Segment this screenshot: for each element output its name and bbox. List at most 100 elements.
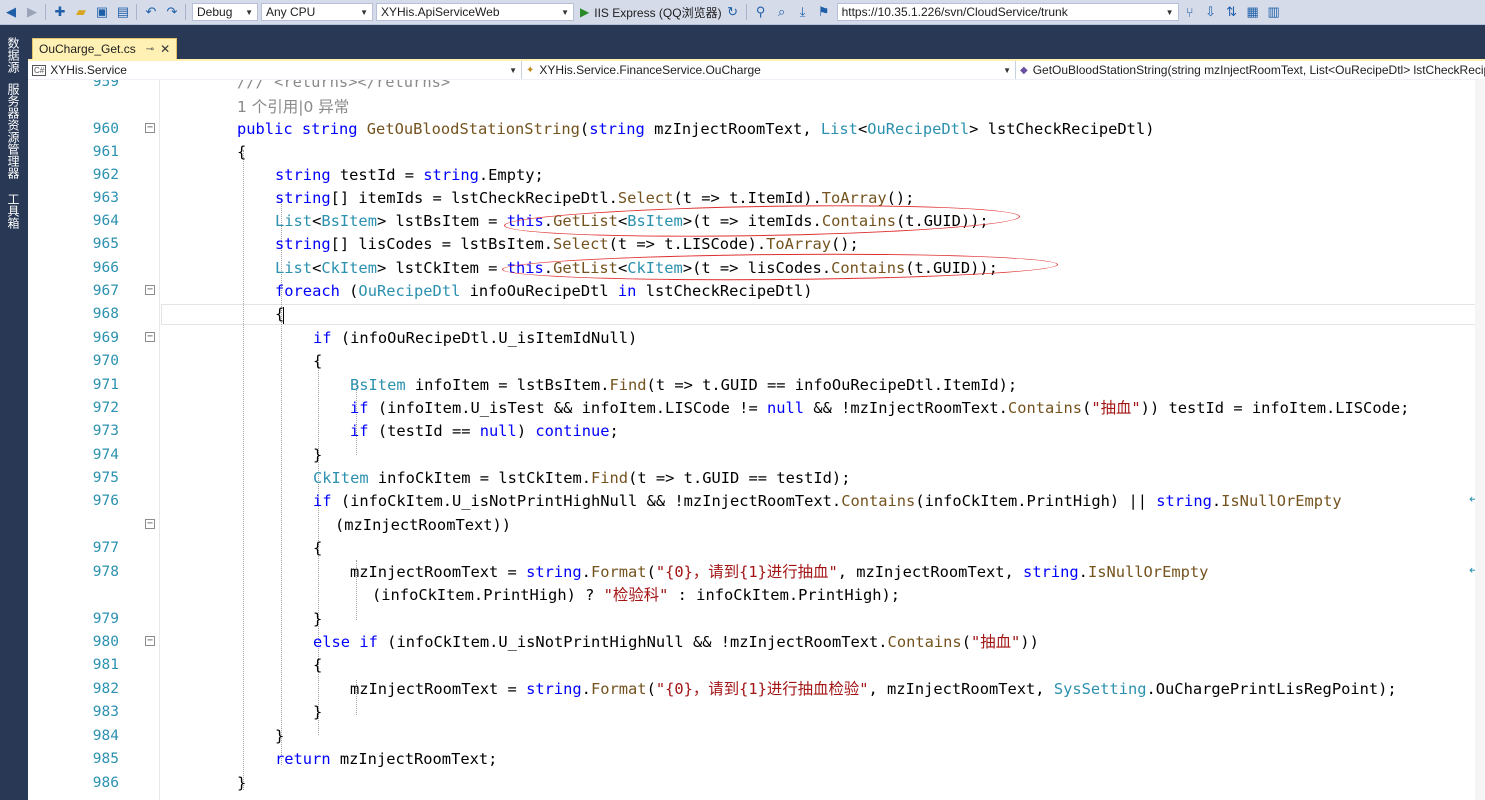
tab-toolbox[interactable]: 工具箱 [5,193,22,229]
navigation-bar: C# XYHis.Service ▼ ✦ XYHis.Service.FinanceS… [28,61,1485,81]
back-icon[interactable]: ◀ [1,2,21,22]
pin-icon[interactable]: ⊸ [146,44,154,55]
save-all-icon[interactable]: ▤ [113,2,133,22]
code-text: { [313,539,323,557]
code-line: 983 } [28,701,1485,724]
codelens-text[interactable]: 1 个引用|0 异常 [237,96,349,119]
code-line-wrapped: (infoCkItem.PrintHigh) ? "检验科" : infoCkI… [28,584,1485,607]
code-line: 977 { [28,537,1485,560]
commit-icon[interactable]: ⇩ [1201,2,1221,22]
code-text: if (testId == null) continue; [350,422,619,440]
type-value: XYHis.Service.FinanceService.OuCharge [539,63,761,77]
code-text: string testId = string.Empty; [275,166,544,184]
toolbar-separator [136,4,137,20]
merge-icon[interactable]: ⑂ [1180,2,1200,22]
run-label: IIS Express (QQ浏览器) [594,5,722,20]
code-line: 965 string[] lisCodes = lstBsItem.Select… [28,233,1485,256]
class-icon: ✦ [526,64,535,76]
line-number: 960 [92,121,119,137]
chevron-down-icon: ▼ [360,7,368,17]
code-line: 975 CkItem infoCkItem = lstCkItem.Find(t… [28,467,1485,490]
tab-data-sources[interactable]: 数据源 [5,37,22,73]
find-icon[interactable]: ⌕ [772,2,792,22]
line-number: 986 [92,775,119,791]
code-text: { [313,656,323,674]
platform-dropdown[interactable]: Any CPU ▼ [261,3,373,21]
code-text: (infoCkItem.PrintHigh) ? "检验科" : infoCkI… [372,586,901,604]
save-icon[interactable]: ▣ [92,2,112,22]
collapse-icon[interactable]: − [145,285,155,295]
code-line: 982 mzInjectRoomText = string.Format("{0… [28,678,1485,701]
run-button[interactable]: ▶ IIS Express (QQ浏览器) [580,2,722,22]
collapse-icon[interactable]: − [145,636,155,646]
tab-server-explorer[interactable]: 服务器资源管理器 [5,83,22,179]
line-number: 965 [92,236,119,252]
redo-icon[interactable]: ↷ [162,2,182,22]
code-editor[interactable]: 959 /// <returns></returns> 1 个引用|0 异常 9… [28,80,1485,800]
code-line: 969 − if (infoOuRecipeDtl.U_isItemIdNull… [28,327,1485,350]
url-dropdown[interactable]: https://10.35.1.226/svn/CloudService/tru… [836,3,1179,21]
configuration-dropdown[interactable]: Debug ▼ [192,3,258,21]
code-text: { [313,352,323,370]
code-text: } [275,727,285,745]
collapse-icon[interactable]: − [145,123,155,133]
panel-icon[interactable]: ▦ [1243,2,1263,22]
tab-label: OuCharge_Get.cs [39,42,136,56]
code-text: { [237,143,247,161]
code-text: if (infoItem.U_isTest && infoItem.LISCod… [350,399,1410,417]
code-line: 985 return mzInjectRoomText; [28,748,1485,771]
refresh-icon[interactable]: ↻ [723,2,743,22]
tab-oucharge-get[interactable]: OuCharge_Get.cs ⊸ ✕ [32,38,178,59]
code-line: 967 − foreach (OuRecipeDtl infoOuRecipeD… [28,280,1485,303]
chevron-down-icon: ▼ [1165,7,1174,17]
code-line: 973 if (testId == null) continue; [28,420,1485,443]
toolbar-separator [745,4,747,20]
undo-icon[interactable]: ↶ [141,2,161,22]
line-number: 959 [92,80,119,90]
open-file-icon[interactable]: ▰ [71,2,91,22]
code-line: 978 mzInjectRoomText = string.Format("{0… [28,561,1485,584]
step-icon[interactable]: ⤓ [793,2,813,22]
browser-link-icon[interactable]: ⚲ [751,2,771,22]
line-number: 961 [92,144,119,160]
compare-icon[interactable]: ⇅ [1222,2,1242,22]
new-project-icon[interactable]: ✚ [50,2,70,22]
code-text: else if (infoCkItem.U_isNotPrintHighNull… [313,633,1039,651]
code-text: mzInjectRoomText = string.Format("{0}，请到… [350,563,1209,581]
code-line: 986 } [28,772,1485,795]
code-text: (mzInjectRoomText)) [335,516,512,534]
project-dropdown[interactable]: C# XYHis.Service ▼ [28,61,522,79]
code-line: 974 } [28,444,1485,467]
chevron-down-icon: ▼ [1003,65,1011,75]
startup-project-dropdown[interactable]: XYHis.ApiServiceWeb ▼ [376,3,574,21]
code-line: 970 { [28,350,1485,373]
bookmark-icon[interactable]: ⚑ [814,2,834,22]
member-dropdown[interactable]: ◆ GetOuBloodStationString(string mzInject… [1016,61,1485,79]
url-value: https://10.35.1.226/svn/CloudService/tru… [841,5,1068,19]
collapse-icon[interactable]: − [145,332,155,342]
close-icon[interactable]: ✕ [160,42,170,56]
code-text: } [313,446,323,464]
line-number: 979 [92,611,119,627]
code-line: 976 if (infoCkItem.U_isNotPrintHighNull … [28,490,1485,513]
line-number: 984 [92,728,119,744]
code-text: if (infoOuRecipeDtl.U_isItemIdNull) [313,329,638,347]
startup-project-value: XYHis.ApiServiceWeb [381,5,500,19]
vertical-scrollbar[interactable] [1475,80,1485,800]
chevron-down-icon: ▼ [245,7,253,17]
layout-icon[interactable]: ▥ [1264,2,1284,22]
code-text: } [313,703,323,721]
code-text: } [313,610,323,628]
code-text: /// <returns></returns> [237,80,451,91]
code-line: 980 − else if (infoCkItem.U_isNotPrintHi… [28,631,1485,654]
platform-value: Any CPU [266,5,316,19]
line-number: 971 [92,377,119,393]
collapse-icon[interactable]: − [145,519,155,529]
codelens-line: 1 个引用|0 异常 [28,96,1485,119]
play-icon: ▶ [580,5,590,19]
code-text: CkItem infoCkItem = lstCkItem.Find(t => … [313,469,851,487]
forward-icon[interactable]: ▶ [22,2,42,22]
code-line: 979 } [28,608,1485,631]
type-dropdown[interactable]: ✦ XYHis.Service.FinanceService.OuCharge ▼ [522,61,1016,79]
text-caret [283,307,284,324]
